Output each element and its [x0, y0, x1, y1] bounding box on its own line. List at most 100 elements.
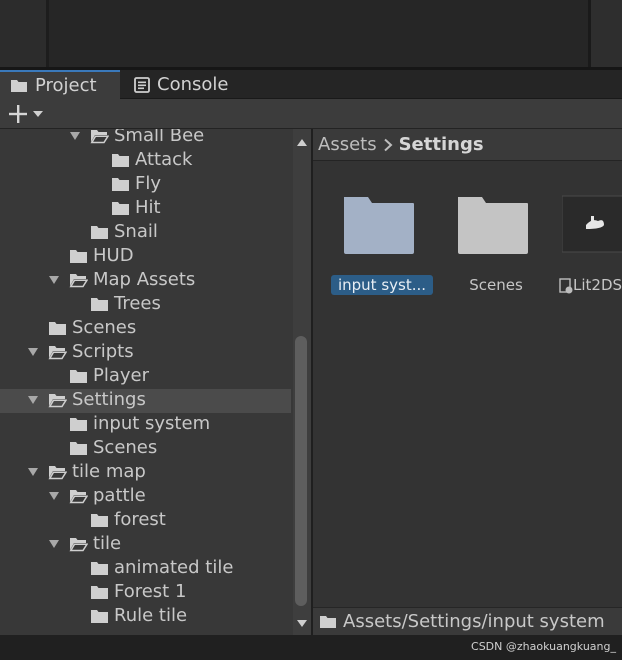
- tree-item-label: Scripts: [72, 341, 134, 362]
- tab-console-label: Console: [157, 74, 229, 95]
- folder-icon: [320, 616, 336, 628]
- tree-item[interactable]: tile: [0, 533, 291, 557]
- expand-arrow-down-icon[interactable]: [27, 394, 39, 406]
- project-toolbar: [0, 99, 622, 129]
- scene-right-pane: [588, 0, 622, 67]
- tree-item[interactable]: tile map: [0, 461, 291, 485]
- selected-path-bar: Assets/Settings/input system: [313, 607, 622, 635]
- scroll-up-arrow-icon[interactable]: [296, 137, 308, 147]
- breadcrumb-assets[interactable]: Assets: [318, 134, 377, 155]
- folder-icon: [91, 226, 108, 239]
- scene-divider: [46, 0, 49, 67]
- folder-icon: [70, 250, 87, 263]
- tree-item[interactable]: Forest 1: [0, 581, 291, 605]
- tree-item[interactable]: Small Bee: [0, 129, 291, 149]
- expand-arrow-down-icon[interactable]: [48, 538, 60, 550]
- expand-arrow-down-icon[interactable]: [48, 274, 60, 286]
- add-asset-button[interactable]: [8, 102, 44, 126]
- tree-item-label: tile map: [72, 461, 146, 482]
- tree-item[interactable]: Map Assets: [0, 269, 291, 293]
- tree-item[interactable]: Player: [0, 365, 291, 389]
- tree-scrollbar[interactable]: [293, 129, 311, 635]
- folder-icon: [70, 442, 87, 455]
- folder-icon: [91, 562, 108, 575]
- folder-open-icon: [48, 346, 67, 360]
- tree-item-label: animated tile: [114, 557, 234, 578]
- folder-open-icon: [69, 490, 88, 504]
- tree-item-label: input system: [93, 413, 211, 434]
- breadcrumb: Assets Settings: [313, 129, 622, 161]
- expand-arrow-down-icon[interactable]: [27, 346, 39, 358]
- tree-item[interactable]: input system: [0, 413, 291, 437]
- tree-item-label: Forest 1: [114, 581, 187, 602]
- expand-arrow-down-icon[interactable]: [69, 130, 81, 142]
- folder-tree-panel[interactable]: Small Bee Attack Fly Hit Snail HUD Map Assets T…: [0, 129, 293, 635]
- tree-item-label: Trees: [114, 293, 161, 314]
- expand-arrow-down-icon[interactable]: [48, 490, 60, 502]
- folder-icon: [112, 202, 129, 215]
- chevron-right-icon: [383, 138, 393, 152]
- tree-item-label: Attack: [135, 149, 193, 170]
- tree-item[interactable]: Fly: [0, 173, 291, 197]
- folder-open-icon: [48, 394, 67, 408]
- tree-item-label: Scenes: [93, 437, 158, 458]
- tree-item[interactable]: Trees: [0, 293, 291, 317]
- folder-open-icon: [69, 274, 88, 288]
- folder-icon: [112, 178, 129, 191]
- tree-item[interactable]: Snail: [0, 221, 291, 245]
- asset-item-scenes[interactable]: Scenes: [441, 161, 551, 301]
- selected-path: Assets/Settings/input system: [343, 611, 605, 632]
- folder-icon: [344, 197, 414, 254]
- tree-item-label: forest: [114, 509, 166, 530]
- tree-item-label: Fly: [135, 173, 162, 194]
- folder-icon: [91, 298, 108, 311]
- folder-icon: [458, 197, 528, 254]
- render-pipeline-asset-icon: [562, 195, 622, 253]
- folder-open-icon: [90, 130, 109, 144]
- plus-icon: [9, 105, 27, 123]
- tree-item-label: Rule tile: [114, 605, 188, 626]
- tree-item[interactable]: Scenes: [0, 317, 291, 341]
- tree-item[interactable]: Hit: [0, 197, 291, 221]
- tree-item[interactable]: Rule tile: [0, 605, 291, 629]
- scroll-down-arrow-icon[interactable]: [296, 619, 308, 629]
- status-bar: CSDN @zhaokuangkuang_: [0, 635, 622, 660]
- scene-left-pane: [0, 0, 46, 67]
- scrollbar-thumb[interactable]: [295, 336, 307, 606]
- tab-project-label: Project: [35, 75, 97, 96]
- tree-item-label: Small Bee: [114, 129, 205, 146]
- breadcrumb-settings[interactable]: Settings: [399, 134, 484, 155]
- tree-item[interactable]: Settings: [0, 389, 291, 413]
- scene-view-area: [0, 0, 622, 67]
- folder-icon: [91, 586, 108, 599]
- folder-icon: [11, 80, 27, 92]
- tab-project[interactable]: Project: [0, 70, 120, 99]
- tree-item-label: Scenes: [72, 317, 137, 338]
- tree-item[interactable]: Scenes: [0, 437, 291, 461]
- expand-arrow-down-icon[interactable]: [27, 466, 39, 478]
- tree-item[interactable]: forest: [0, 509, 291, 533]
- tree-item[interactable]: pattle: [0, 485, 291, 509]
- folder-icon: [91, 514, 108, 527]
- tree-item[interactable]: Scripts: [0, 341, 291, 365]
- asset-label: Scenes: [469, 276, 523, 294]
- asset-grid[interactable]: input syst... Scenes Lit2DS: [313, 161, 622, 607]
- asset-item-lit2ds[interactable]: Lit2DS: [555, 161, 622, 301]
- tab-console[interactable]: Console: [124, 70, 264, 99]
- tree-item-label: Player: [93, 365, 150, 386]
- folder-icon: [91, 610, 108, 623]
- asset-label: input syst...: [331, 275, 433, 295]
- folder-open-icon: [69, 538, 88, 552]
- tree-item-label: tile: [93, 533, 122, 554]
- scriptable-object-icon: [559, 278, 573, 294]
- tree-item[interactable]: animated tile: [0, 557, 291, 581]
- tree-item[interactable]: Attack: [0, 149, 291, 173]
- tree-item-label: Hit: [135, 197, 161, 218]
- tree-item-label: Map Assets: [93, 269, 196, 290]
- tree-item-label: Settings: [72, 389, 146, 410]
- tab-bar: Project Console: [0, 70, 622, 99]
- folder-icon: [49, 322, 66, 335]
- folder-icon: [112, 154, 129, 167]
- tree-item[interactable]: HUD: [0, 245, 291, 269]
- asset-item-input-system[interactable]: input syst...: [327, 161, 437, 301]
